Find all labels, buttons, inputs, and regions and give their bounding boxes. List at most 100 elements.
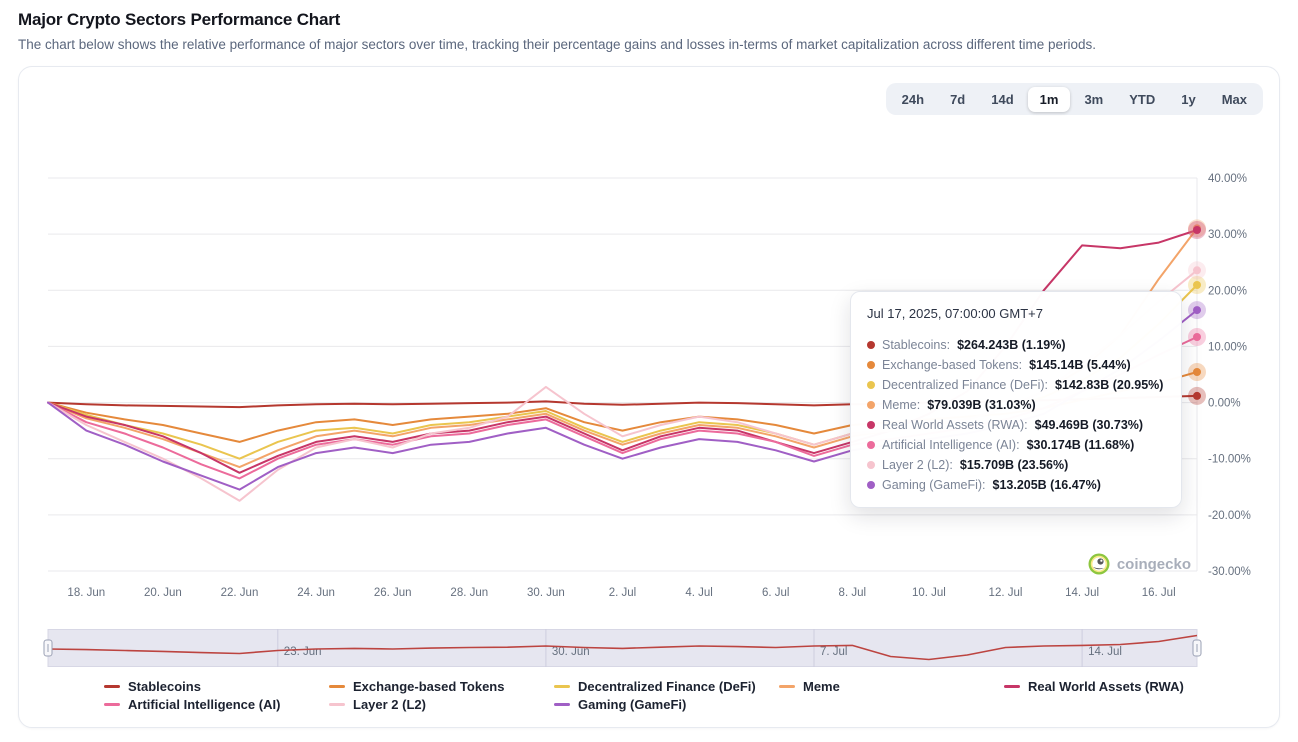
tooltip-title: Jul 17, 2025, 07:00:00 GMT+7 — [867, 306, 1165, 321]
legend-item[interactable]: Exchange-based Tokens — [329, 679, 554, 694]
legend-item-label: Decentralized Finance (DeFi) — [578, 679, 756, 694]
tooltip-row-label: Artificial Intelligence (AI): — [882, 435, 1020, 455]
series-swatch-icon — [104, 685, 120, 688]
tooltip-row: Artificial Intelligence (AI): $30.174B (1… — [867, 435, 1165, 455]
svg-text:10.00%: 10.00% — [1208, 341, 1247, 353]
watermark-label: coingecko — [1117, 556, 1191, 573]
svg-text:30.00%: 30.00% — [1208, 229, 1247, 241]
legend-item[interactable]: Meme — [779, 679, 1004, 694]
series-swatch-icon — [104, 703, 120, 706]
tooltip-row-label: Exchange-based Tokens: — [882, 355, 1022, 375]
svg-text:2. Jul: 2. Jul — [609, 587, 637, 599]
series-dot-icon — [867, 341, 875, 349]
series-dot-icon — [867, 441, 875, 449]
svg-text:16. Jul: 16. Jul — [1142, 587, 1176, 599]
coingecko-logo-icon — [1088, 553, 1110, 575]
series-dot-icon — [867, 481, 875, 489]
series-swatch-icon — [329, 685, 345, 688]
tooltip-row-value: $30.174B (11.68%) — [1027, 435, 1135, 455]
legend-item[interactable]: Gaming (GameFi) — [554, 697, 779, 712]
series-swatch-icon — [554, 703, 570, 706]
legend-item-label: Real World Assets (RWA) — [1028, 679, 1184, 694]
page-header: Major Crypto Sectors Performance Chart T… — [0, 0, 1298, 66]
series-dot-icon — [867, 361, 875, 369]
svg-text:14. Jul: 14. Jul — [1065, 587, 1099, 599]
chart-area: 40.00%30.00%20.00%10.00%0.00%-10.00%-20.… — [19, 153, 1279, 623]
legend-item[interactable]: Real World Assets (RWA) — [1004, 679, 1229, 694]
svg-text:-30.00%: -30.00% — [1208, 566, 1251, 578]
legend-item[interactable]: Layer 2 (L2) — [329, 697, 554, 712]
chart-tooltip: Jul 17, 2025, 07:00:00 GMT+7 Stablecoins… — [850, 291, 1182, 508]
svg-text:14. Jul: 14. Jul — [1088, 646, 1122, 658]
tooltip-row-label: Stablecoins: — [882, 335, 950, 355]
tooltip-row-label: Decentralized Finance (DeFi): — [882, 375, 1048, 395]
legend-item-label: Artificial Intelligence (AI) — [128, 697, 280, 712]
svg-text:30. Jun: 30. Jun — [527, 587, 565, 599]
series-swatch-icon — [779, 685, 795, 688]
chart-card: 24h7d14d1m3mYTD1yMax 40.00%30.00%20.00%1… — [18, 66, 1280, 728]
series-dot-icon — [867, 381, 875, 389]
tooltip-row: Stablecoins: $264.243B (1.19%) — [867, 335, 1165, 355]
coingecko-watermark: coingecko — [1088, 553, 1191, 575]
legend-item-label: Layer 2 (L2) — [353, 697, 426, 712]
tooltip-row-label: Gaming (GameFi): — [882, 475, 986, 495]
tooltip-row-label: Layer 2 (L2): — [882, 455, 953, 475]
tooltip-row: Layer 2 (L2): $15.709B (23.56%) — [867, 455, 1165, 475]
range-button-1y[interactable]: 1y — [1169, 87, 1207, 112]
series-dot-icon — [867, 461, 875, 469]
svg-text:-20.00%: -20.00% — [1208, 510, 1251, 522]
legend-item[interactable]: Decentralized Finance (DeFi) — [554, 679, 779, 694]
range-button-14d[interactable]: 14d — [979, 87, 1025, 112]
series-swatch-icon — [554, 685, 570, 688]
svg-text:18. Jun: 18. Jun — [67, 587, 105, 599]
navigator-handle-right[interactable] — [1193, 640, 1201, 656]
legend-item-label: Gaming (GameFi) — [578, 697, 686, 712]
legend-item[interactable]: Artificial Intelligence (AI) — [104, 697, 329, 712]
series-swatch-icon — [1004, 685, 1020, 688]
svg-text:8. Jul: 8. Jul — [839, 587, 867, 599]
svg-text:12. Jul: 12. Jul — [989, 587, 1023, 599]
svg-text:20. Jun: 20. Jun — [144, 587, 182, 599]
page-title: Major Crypto Sectors Performance Chart — [18, 10, 1280, 30]
legend-item-label: Meme — [803, 679, 840, 694]
tooltip-row: Exchange-based Tokens:$145.14B (5.44%) — [867, 355, 1165, 375]
tooltip-row: Meme: $79.039B (31.03%) — [867, 395, 1165, 415]
svg-text:0.00%: 0.00% — [1208, 398, 1241, 410]
svg-text:26. Jun: 26. Jun — [374, 587, 412, 599]
legend-item-label: Stablecoins — [128, 679, 201, 694]
tooltip-row-value: $49.469B (30.73%) — [1035, 415, 1143, 435]
series-swatch-icon — [329, 703, 345, 706]
page-subtitle: The chart below shows the relative perfo… — [18, 37, 1280, 52]
tooltip-row: Gaming (GameFi):$13.205B (16.47%) — [867, 475, 1165, 495]
range-button-ytd[interactable]: YTD — [1117, 87, 1167, 112]
range-button-24h[interactable]: 24h — [890, 87, 936, 112]
series-dot-icon — [867, 401, 875, 409]
tooltip-row-value: $79.039B (31.03%) — [927, 395, 1035, 415]
tooltip-row: Real World Assets (RWA): $49.469B (30.73%… — [867, 415, 1165, 435]
svg-text:4. Jul: 4. Jul — [685, 587, 713, 599]
range-selector: 24h7d14d1m3mYTD1yMax — [886, 83, 1263, 115]
range-button-7d[interactable]: 7d — [938, 87, 977, 112]
range-button-max[interactable]: Max — [1210, 87, 1259, 112]
tooltip-row-value: $142.83B (20.95%) — [1055, 375, 1163, 395]
svg-text:7. Jul: 7. Jul — [820, 646, 848, 658]
legend-item[interactable]: Stablecoins — [104, 679, 329, 694]
tooltip-row-label: Real World Assets (RWA): — [882, 415, 1028, 435]
series-dot-icon — [867, 421, 875, 429]
svg-text:28. Jun: 28. Jun — [450, 587, 488, 599]
chart-navigator[interactable]: 23. Jun30. Jun7. Jul14. Jul — [19, 629, 1279, 667]
legend-item-label: Exchange-based Tokens — [353, 679, 504, 694]
svg-text:23. Jun: 23. Jun — [284, 646, 322, 658]
navigator-handle-left[interactable] — [44, 640, 52, 656]
svg-text:22. Jun: 22. Jun — [221, 587, 259, 599]
svg-text:40.00%: 40.00% — [1208, 173, 1247, 185]
tooltip-row-label: Meme: — [882, 395, 920, 415]
tooltip-row: Decentralized Finance (DeFi): $142.83B (2… — [867, 375, 1165, 395]
tooltip-row-value: $15.709B (23.56%) — [960, 455, 1068, 475]
range-button-3m[interactable]: 3m — [1072, 87, 1115, 112]
tooltip-row-value: $264.243B (1.19%) — [957, 335, 1065, 355]
svg-text:10. Jul: 10. Jul — [912, 587, 946, 599]
svg-text:-10.00%: -10.00% — [1208, 454, 1251, 466]
range-button-1m[interactable]: 1m — [1028, 87, 1071, 112]
navigator-canvas[interactable]: 23. Jun30. Jun7. Jul14. Jul — [19, 629, 1279, 667]
